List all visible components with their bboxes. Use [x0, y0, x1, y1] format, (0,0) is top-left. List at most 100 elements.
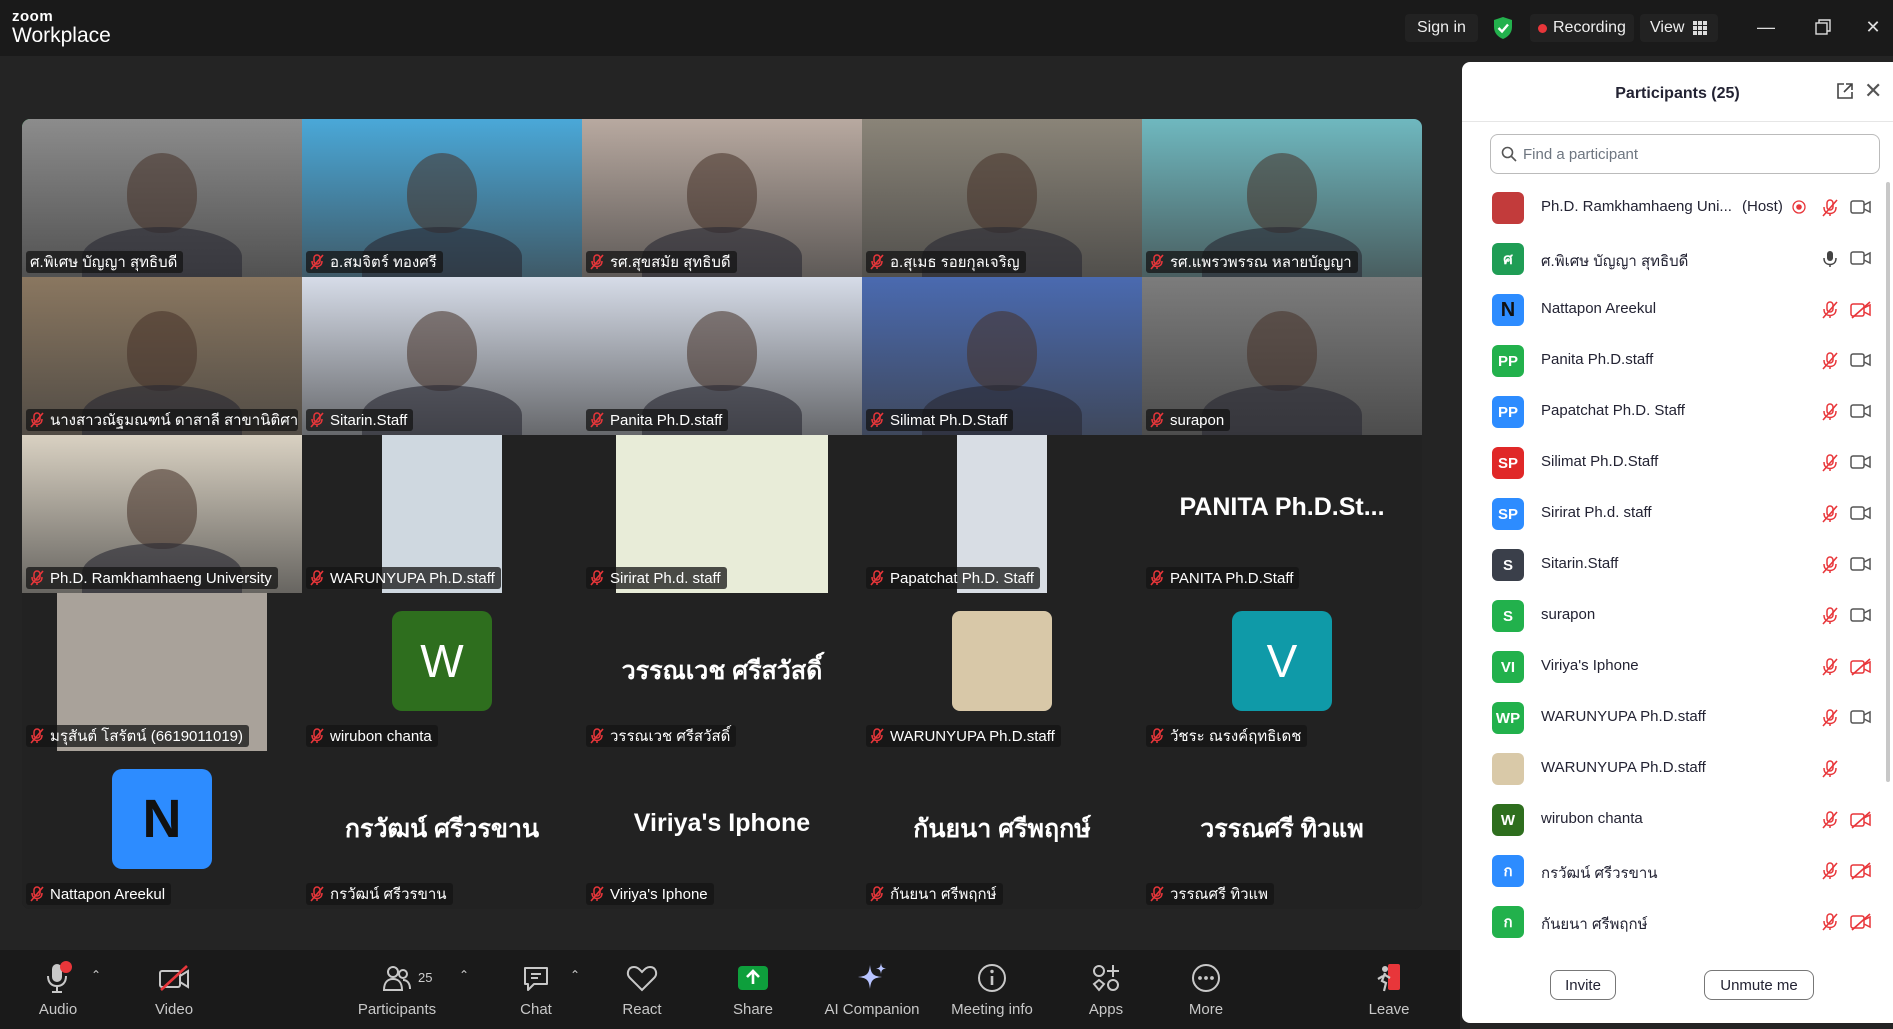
camera-off-icon[interactable]	[1850, 658, 1872, 681]
camera-on-icon[interactable]	[1850, 505, 1872, 526]
video-tile[interactable]: Ph.D. Ramkhamhaeng University	[22, 435, 302, 593]
chat-button[interactable]: Chat	[512, 960, 560, 1018]
share-button[interactable]: Share	[728, 960, 778, 1018]
minimize-icon[interactable]: —	[1746, 12, 1786, 42]
scrollbar[interactable]	[1886, 182, 1890, 782]
participant-row[interactable]: Ph.D. Ramkhamhaeng Uni... (Host)	[1462, 182, 1893, 233]
video-tile[interactable]: ศ.พิเศษ บัญญา สุทธิบดี	[22, 119, 302, 277]
audio-options-chevron-icon[interactable]: ⌃	[91, 968, 101, 982]
participant-row[interactable]: SP Silimat Ph.D.Staff	[1462, 437, 1893, 488]
muted-mic-icon[interactable]	[1820, 300, 1840, 325]
invite-button[interactable]: Invite	[1550, 970, 1616, 1000]
muted-mic-icon[interactable]	[1820, 759, 1840, 784]
muted-mic-icon[interactable]	[1820, 351, 1840, 376]
meeting-info-button[interactable]: Meeting info	[947, 960, 1037, 1018]
video-tile[interactable]: surapon	[1142, 277, 1422, 435]
video-tile[interactable]: WARUNYUPA Ph.D.staff	[862, 593, 1142, 751]
video-tile[interactable]: Sitarin.Staff	[302, 277, 582, 435]
camera-on-icon[interactable]	[1850, 403, 1872, 424]
react-button[interactable]: React	[617, 960, 667, 1018]
camera-off-icon[interactable]	[1850, 862, 1872, 885]
unmute-me-button[interactable]: Unmute me	[1704, 970, 1814, 1000]
apps-button[interactable]: Apps	[1082, 960, 1130, 1018]
audio-button[interactable]: Audio	[34, 960, 82, 1018]
camera-off-icon[interactable]	[1850, 811, 1872, 834]
video-tile[interactable]: รศ.สุขสมัย สุทธิบดี	[582, 119, 862, 277]
muted-mic-icon[interactable]	[1820, 402, 1840, 427]
muted-mic-icon[interactable]	[1820, 198, 1840, 223]
video-tile[interactable]: Viriya's Iphone Viriya's Iphone	[582, 751, 862, 909]
camera-on-icon[interactable]	[1850, 454, 1872, 475]
muted-mic-icon[interactable]	[1820, 555, 1840, 580]
video-tile[interactable]: นางสาวณัฐมณฑน์ ดาสาลี สาขานิติศาส...	[22, 277, 302, 435]
video-tile[interactable]: อ.สุเมธ รอยกุลเจริญ	[862, 119, 1142, 277]
muted-mic-icon[interactable]	[1820, 861, 1840, 886]
close-window-icon[interactable]: ✕	[1853, 12, 1893, 42]
more-button[interactable]: More	[1182, 960, 1230, 1018]
camera-on-icon[interactable]	[1850, 709, 1872, 730]
popout-icon[interactable]	[1836, 82, 1854, 105]
muted-mic-icon[interactable]	[1820, 453, 1840, 478]
muted-mic-icon[interactable]	[1820, 912, 1840, 937]
video-tile[interactable]: Silimat Ph.D.Staff	[862, 277, 1142, 435]
participant-row[interactable]: WP WARUNYUPA Ph.D.staff	[1462, 692, 1893, 743]
name-label-text: Sitarin.Staff	[330, 411, 408, 429]
close-panel-icon[interactable]: ✕	[1864, 78, 1882, 104]
camera-off-icon[interactable]	[1850, 301, 1872, 324]
muted-mic-icon[interactable]	[1820, 708, 1840, 733]
ai-companion-button[interactable]: AI Companion	[822, 960, 922, 1018]
video-tile[interactable]: Sirirat Ph.d. staff	[582, 435, 862, 593]
participant-row[interactable]: S Sitarin.Staff	[1462, 539, 1893, 590]
view-button[interactable]: View	[1640, 14, 1719, 42]
video-tile[interactable]: N Nattapon Areekul	[22, 751, 302, 909]
video-tile[interactable]: วรรณศรี ทิวแพ วรรณศรี ทิวแพ	[1142, 751, 1422, 909]
video-tile[interactable]: อ.สมจิตร์ ทองศรี	[302, 119, 582, 277]
participants-button[interactable]: Participants	[357, 960, 437, 1018]
video-tile[interactable]: วรรณเวช ศรีสวัสดิ์ วรรณเวช ศรีสวัสดิ์	[582, 593, 862, 751]
camera-on-icon[interactable]	[1850, 352, 1872, 373]
video-tile[interactable]: PANITA Ph.D.St... PANITA Ph.D.Staff	[1142, 435, 1422, 593]
recording-indicator[interactable]: Recording	[1530, 14, 1634, 42]
restore-icon[interactable]	[1803, 12, 1843, 42]
participant-row[interactable]: Ssurapon	[1462, 590, 1893, 641]
video-tile[interactable]: กรวัฒน์ ศรีวรขาน กรวัฒน์ ศรีวรขาน	[302, 751, 582, 909]
camera-on-icon[interactable]	[1850, 607, 1872, 628]
participants-options-chevron-icon[interactable]: ⌃	[459, 968, 469, 982]
participant-row[interactable]: ศ ศ.พิเศษ บัญญา สุทธิบดี	[1462, 233, 1893, 284]
camera-on-icon[interactable]	[1850, 199, 1872, 220]
video-tile[interactable]: กันยนา ศรีพฤกษ์ กันยนา ศรีพฤกษ์	[862, 751, 1142, 909]
participant-row[interactable]: ก กรวัฒน์ ศรีวรขาน	[1462, 845, 1893, 896]
camera-on-icon[interactable]	[1850, 556, 1872, 577]
security-shield-icon[interactable]	[1492, 14, 1514, 42]
leave-button[interactable]: Leave	[1368, 960, 1410, 1018]
video-tile[interactable]: รศ.แพรวพรรณ หลายบัญญา	[1142, 119, 1422, 277]
video-tile[interactable]: มรุสันต์ โสรัตน์ (6619011019)	[22, 593, 302, 751]
video-tile[interactable]: Panita Ph.D.staff	[582, 277, 862, 435]
search-box[interactable]	[1490, 134, 1880, 174]
participant-row[interactable]: WARUNYUPA Ph.D.staff	[1462, 743, 1893, 794]
video-tile[interactable]: WARUNYUPA Ph.D.staff	[302, 435, 582, 593]
participant-row[interactable]: N Nattapon Areekul	[1462, 284, 1893, 335]
mic-on-icon[interactable]	[1820, 249, 1840, 274]
chat-options-chevron-icon[interactable]: ⌃	[570, 968, 580, 982]
camera-off-icon[interactable]	[1850, 913, 1872, 936]
video-tile[interactable]: Wwirubon chanta	[302, 593, 582, 751]
video-tile[interactable]: Papatchat Ph.D. Staff	[862, 435, 1142, 593]
camera-on-icon[interactable]	[1850, 250, 1872, 271]
participant-row[interactable]: PP Panita Ph.D.staff	[1462, 335, 1893, 386]
participant-row[interactable]: VI Viriya's Iphone	[1462, 641, 1893, 692]
search-input[interactable]	[1523, 145, 1853, 163]
video-button[interactable]: Video	[150, 960, 198, 1018]
video-tile[interactable]: V วัชระ ณรงค์ฤทธิเดช	[1142, 593, 1422, 751]
name-label-text: รศ.สุขสมัย สุทธิบดี	[610, 254, 731, 271]
name-label: วรรณศรี ทิวแพ	[1146, 883, 1275, 905]
muted-mic-icon[interactable]	[1820, 657, 1840, 682]
muted-mic-icon[interactable]	[1820, 606, 1840, 631]
participant-row[interactable]: Wwirubon chanta	[1462, 794, 1893, 845]
participant-row[interactable]: ก กันยนา ศรีพฤกษ์	[1462, 896, 1893, 942]
muted-mic-icon[interactable]	[1820, 504, 1840, 529]
participant-row[interactable]: PP Papatchat Ph.D. Staff	[1462, 386, 1893, 437]
participant-row[interactable]: SP Sirirat Ph.d. staff	[1462, 488, 1893, 539]
muted-mic-icon[interactable]	[1820, 810, 1840, 835]
sign-in-button[interactable]: Sign in	[1405, 14, 1478, 42]
